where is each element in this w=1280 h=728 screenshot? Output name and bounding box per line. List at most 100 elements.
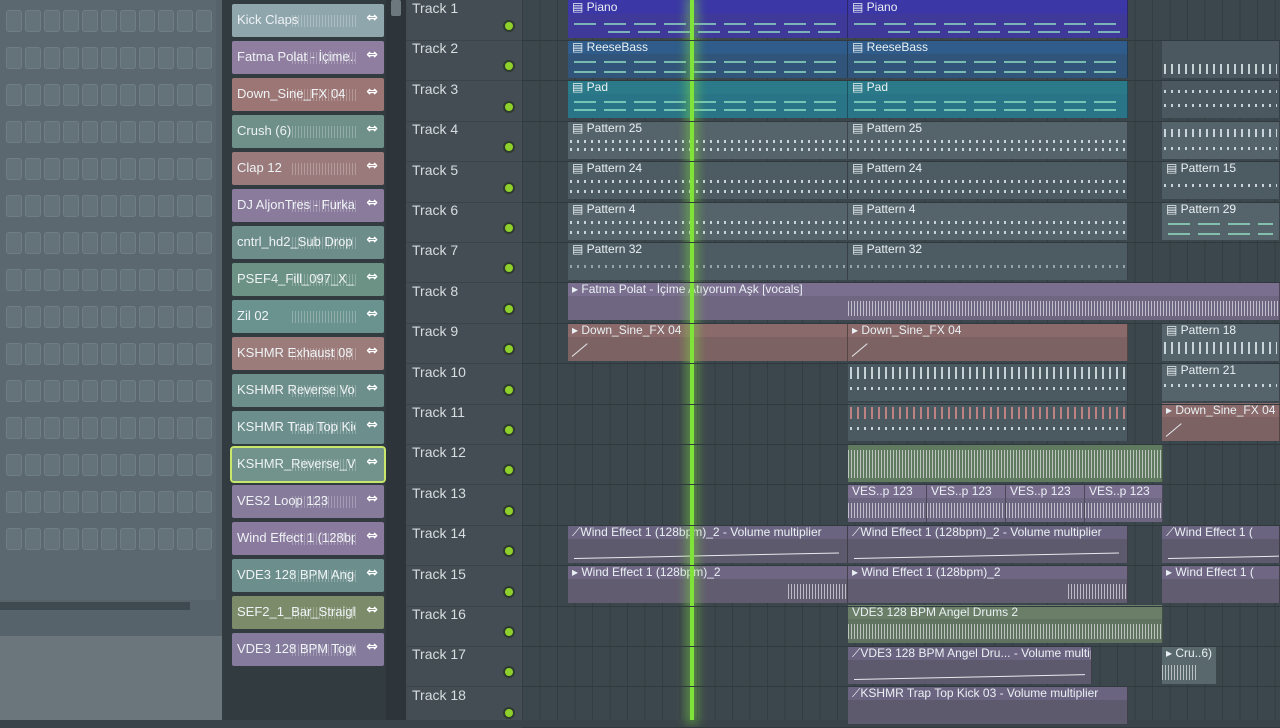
track-header[interactable]: Track 9 — [406, 323, 522, 365]
track-header[interactable]: Track 1 — [406, 0, 522, 41]
step-button[interactable] — [6, 380, 22, 402]
step-button[interactable] — [196, 380, 212, 402]
step-button[interactable] — [158, 232, 174, 254]
step-button[interactable] — [44, 528, 60, 550]
step-button[interactable] — [44, 380, 60, 402]
step-button[interactable] — [82, 417, 98, 439]
step-button[interactable] — [158, 84, 174, 106]
step-button[interactable] — [120, 417, 136, 439]
playlist-area[interactable]: ▤ Piano ▤ Piano ▤ ReeseBass ▤ ReeseBass … — [522, 0, 1280, 728]
clip-wind-vol-2[interactable]: ⟋Wind Effect 1 (128bpm)_2 - Volume multi… — [848, 525, 1128, 563]
step-button[interactable] — [120, 306, 136, 328]
step-button[interactable] — [101, 380, 117, 402]
step-button[interactable] — [158, 417, 174, 439]
step-button[interactable] — [44, 343, 60, 365]
step-button[interactable] — [196, 417, 212, 439]
step-button[interactable] — [120, 10, 136, 32]
step-button[interactable] — [6, 84, 22, 106]
step-button[interactable] — [177, 47, 193, 69]
clip-pattern24-2[interactable]: ▤ Pattern 24 — [848, 161, 1128, 199]
step-button[interactable] — [177, 158, 193, 180]
step-button[interactable] — [177, 417, 193, 439]
channel-button[interactable]: KSHMR_Reverse_Voc... ⇔ — [230, 446, 386, 483]
clip-downsine-3[interactable]: ▸ Down_Sine_FX 04 — [1162, 403, 1280, 441]
step-button[interactable] — [6, 269, 22, 291]
step-button[interactable] — [158, 269, 174, 291]
track-mute-indicator[interactable] — [505, 62, 513, 71]
step-button[interactable] — [177, 528, 193, 550]
track-header[interactable]: Track 14 — [406, 525, 522, 567]
step-button[interactable] — [25, 232, 41, 254]
step-button[interactable] — [82, 158, 98, 180]
step-button[interactable] — [82, 454, 98, 476]
drag-handle-icon[interactable]: ⇔ — [366, 10, 378, 26]
clip-pad-2[interactable]: ▤ Pad — [848, 80, 1128, 118]
step-button[interactable] — [139, 491, 155, 513]
clip-pattern32[interactable]: ▤ Pattern 32 — [568, 242, 848, 280]
track-mute-indicator[interactable] — [505, 668, 513, 677]
step-button[interactable] — [101, 10, 117, 32]
step-button[interactable] — [25, 343, 41, 365]
channel-button[interactable]: Wind Effect 1 (128bp... ⇔ — [232, 522, 384, 555]
step-button[interactable] — [25, 84, 41, 106]
step-button[interactable] — [63, 269, 79, 291]
step-button[interactable] — [177, 232, 193, 254]
step-button[interactable] — [177, 269, 193, 291]
step-button[interactable] — [25, 158, 41, 180]
drag-handle-icon[interactable]: ⇔ — [366, 84, 378, 100]
step-button[interactable] — [196, 232, 212, 254]
track-mute-indicator[interactable] — [505, 628, 513, 636]
drag-handle-icon[interactable]: ⇔ — [366, 417, 378, 433]
step-button[interactable] — [6, 306, 22, 328]
clip-track10[interactable] — [848, 363, 1128, 401]
step-button[interactable] — [44, 10, 60, 32]
step-button[interactable] — [196, 47, 212, 69]
track-header[interactable]: Track 7 — [406, 242, 522, 284]
step-button[interactable] — [63, 47, 79, 69]
step-button[interactable] — [6, 417, 22, 439]
track-mute-indicator[interactable] — [505, 264, 513, 273]
clip-reesebass-2[interactable]: ▤ ReeseBass — [848, 40, 1128, 78]
step-button[interactable] — [120, 158, 136, 180]
step-button[interactable] — [6, 158, 22, 180]
step-button[interactable] — [63, 195, 79, 217]
track-header[interactable]: Track 2 — [406, 40, 522, 82]
step-button[interactable] — [25, 121, 41, 143]
clip-pattern25-2[interactable]: ▤ Pattern 25 — [848, 121, 1128, 159]
clip-pad[interactable]: ▤ Pad — [568, 80, 848, 118]
track-mute-indicator[interactable] — [505, 22, 513, 30]
step-button[interactable] — [139, 158, 155, 180]
step-button[interactable] — [44, 454, 60, 476]
step-button[interactable] — [63, 158, 79, 180]
step-button[interactable] — [158, 158, 174, 180]
step-button[interactable] — [120, 121, 136, 143]
step-button[interactable] — [120, 528, 136, 550]
drag-handle-icon[interactable]: ⇔ — [366, 158, 378, 174]
channel-button[interactable]: KSHMR Reverse Vocal... ⇔ — [232, 374, 384, 407]
playhead[interactable] — [690, 0, 694, 720]
scroll-thumb[interactable] — [391, 0, 401, 16]
step-button[interactable] — [63, 121, 79, 143]
track-mute-indicator[interactable] — [505, 183, 513, 192]
step-button[interactable] — [63, 232, 79, 254]
track-mute-indicator[interactable] — [505, 143, 513, 152]
track-header[interactable]: Track 11 — [406, 404, 522, 445]
step-button[interactable] — [25, 306, 41, 328]
track-mute-indicator[interactable] — [505, 385, 513, 394]
track-mute-indicator[interactable] — [505, 587, 513, 596]
step-button[interactable] — [44, 417, 60, 439]
step-button[interactable] — [196, 306, 212, 328]
channel-button[interactable]: VES2 Loop 123 ⇔ — [232, 485, 384, 518]
step-button[interactable] — [120, 47, 136, 69]
clip-ves-3[interactable]: VES..p 123 — [1006, 484, 1085, 522]
drag-handle-icon[interactable]: ⇔ — [366, 343, 378, 359]
channel-button[interactable]: KSHMR Exhaust 08 ⇔ — [232, 337, 384, 370]
step-button[interactable] — [101, 454, 117, 476]
step-button[interactable] — [158, 195, 174, 217]
step-button[interactable] — [158, 528, 174, 550]
step-button[interactable] — [82, 491, 98, 513]
channel-button[interactable]: Zil 02 ⇔ — [232, 300, 384, 333]
clip-wind[interactable]: ▸ Wind Effect 1 (128bpm)_2 — [568, 565, 848, 603]
channel-button[interactable]: cntrl_hd2_Sub Drop ⇔ — [232, 226, 384, 259]
step-button[interactable] — [177, 84, 193, 106]
